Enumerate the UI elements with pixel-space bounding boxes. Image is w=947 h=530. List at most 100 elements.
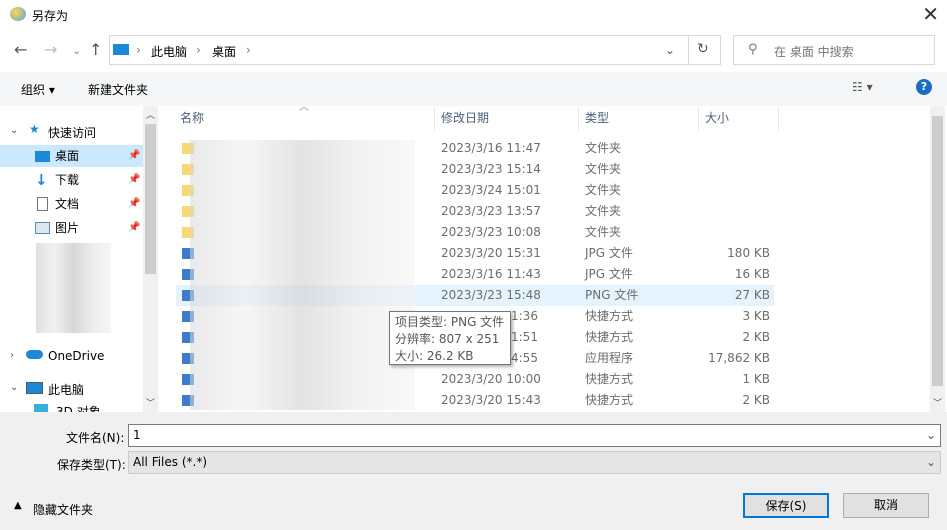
file-date: 2023/3/24 15:01 bbox=[441, 183, 541, 197]
column-date[interactable]: 修改日期 bbox=[435, 108, 579, 130]
pin-icon[interactable]: 📌 bbox=[128, 217, 140, 239]
nav-label: 文档 bbox=[55, 197, 80, 211]
file-size: 2 KB bbox=[742, 393, 770, 407]
nav-item-pictures[interactable]: 图片 📌 bbox=[0, 217, 143, 239]
tooltip-size: 大小: 26.2 KB bbox=[395, 349, 474, 363]
nav-this-pc[interactable]: 此电脑 bbox=[48, 381, 84, 398]
redacted-filenames bbox=[190, 140, 415, 410]
picture-icon bbox=[35, 222, 50, 234]
file-type: PNG 文件 bbox=[585, 288, 639, 302]
search-placeholder: 在 桌面 中搜索 bbox=[774, 45, 854, 59]
nav-label: 桌面 bbox=[55, 149, 80, 163]
tooltip-type: 项目类型: PNG 文件 bbox=[395, 315, 505, 329]
refresh-button[interactable]: ↻ bbox=[697, 41, 709, 57]
download-icon: ↓ bbox=[35, 171, 48, 189]
file-date: 2023/3/16 11:47 bbox=[441, 141, 541, 155]
file-size: 3 KB bbox=[742, 309, 770, 323]
view-options-button[interactable]: ☷ ▾ bbox=[852, 80, 873, 94]
nav-label: 下载 bbox=[55, 173, 80, 187]
toolbar: 组织 ▾ 新建文件夹 ☷ ▾ ? bbox=[0, 72, 947, 106]
file-date: 1:51 bbox=[511, 330, 538, 344]
star-icon: ★ bbox=[29, 122, 40, 136]
address-dropdown[interactable]: ⌄ bbox=[665, 43, 675, 57]
dialog-footer: 文件名(N): 1 ⌄ 保存类型(T): All Files (*.*) ⌄ ▲… bbox=[0, 412, 947, 530]
expand-icon[interactable]: ⌄ bbox=[10, 382, 18, 393]
file-size: 1 KB bbox=[742, 372, 770, 386]
file-type: 快捷方式 bbox=[585, 330, 634, 344]
file-type: 文件夹 bbox=[585, 162, 622, 176]
nav-onedrive[interactable]: OneDrive bbox=[48, 349, 104, 363]
cancel-button[interactable]: 取消 bbox=[843, 493, 929, 518]
up-button[interactable]: ↑ bbox=[89, 40, 102, 59]
file-size: 2 KB bbox=[742, 330, 770, 344]
pin-icon[interactable]: 📌 bbox=[128, 169, 140, 191]
filename-input[interactable]: 1 ⌄ bbox=[128, 424, 941, 447]
file-date: 2023/3/20 10:00 bbox=[441, 372, 541, 386]
pin-icon[interactable]: 📌 bbox=[128, 145, 140, 167]
breadcrumb-desktop[interactable]: 桌面 bbox=[212, 43, 236, 60]
filename-value: 1 bbox=[133, 428, 141, 442]
file-date: 2023/3/23 15:14 bbox=[441, 162, 541, 176]
file-date: 2023/3/20 15:43 bbox=[441, 393, 541, 407]
file-list-scrollbar[interactable]: ﹀ bbox=[930, 106, 945, 412]
nav-item-documents[interactable]: 文档 📌 bbox=[0, 193, 143, 215]
filename-label: 文件名(N): bbox=[66, 431, 125, 445]
nav-3d-objects[interactable]: 3D 对象 bbox=[56, 403, 101, 412]
title-bar: 另存为 ✕ bbox=[0, 0, 947, 30]
onedrive-icon bbox=[26, 350, 43, 359]
search-input[interactable]: ⚲ 在 桌面 中搜索 bbox=[733, 35, 935, 65]
file-size: 180 KB bbox=[727, 246, 770, 260]
nav-item-desktop[interactable]: 桌面 📌 bbox=[0, 145, 143, 167]
recent-locations-button[interactable]: ⌄ bbox=[72, 44, 81, 57]
chevron-down-icon[interactable]: ⌄ bbox=[926, 452, 936, 473]
file-date: 1:36 bbox=[511, 309, 538, 323]
column-name[interactable]: 名称 bbox=[174, 108, 435, 130]
pc-icon bbox=[26, 382, 43, 394]
nav-quick-access[interactable]: 快速访问 bbox=[48, 124, 96, 141]
file-size: 27 KB bbox=[734, 288, 770, 302]
savetype-select[interactable]: All Files (*.*) ⌄ bbox=[128, 451, 941, 474]
file-type: JPG 文件 bbox=[585, 246, 633, 260]
address-bar[interactable]: › 此电脑 › 桌面 › ⌄ ↻ bbox=[109, 35, 721, 65]
nav-scrollbar[interactable]: ︿ ﹀ bbox=[143, 106, 158, 412]
navigation-pane: ⌄ ★ 快速访问 桌面 📌 ↓ 下载 📌 文档 📌 图片 📌 › OneDriv… bbox=[0, 106, 158, 414]
new-folder-button[interactable]: 新建文件夹 bbox=[88, 81, 148, 98]
collapse-icon[interactable]: › bbox=[10, 350, 14, 361]
file-date: 2023/3/23 15:48 bbox=[441, 288, 541, 302]
file-type: JPG 文件 bbox=[585, 267, 633, 281]
file-type: 文件夹 bbox=[585, 141, 622, 155]
forward-button[interactable]: → bbox=[44, 40, 57, 59]
file-type: 应用程序 bbox=[585, 351, 634, 365]
file-tooltip: 项目类型: PNG 文件 分辨率: 807 x 251 大小: 26.2 KB bbox=[389, 311, 511, 365]
help-button[interactable]: ? bbox=[916, 79, 932, 95]
breadcrumb-sep[interactable]: › bbox=[196, 43, 201, 57]
file-type: 文件夹 bbox=[585, 183, 622, 197]
expand-icon[interactable]: ⌄ bbox=[10, 125, 18, 136]
breadcrumb-sep[interactable]: › bbox=[136, 43, 141, 57]
column-size[interactable]: 大小 bbox=[699, 108, 779, 130]
column-type[interactable]: 类型 bbox=[579, 108, 699, 130]
close-button[interactable]: ✕ bbox=[922, 2, 939, 26]
file-date: 2023/3/20 15:31 bbox=[441, 246, 541, 260]
file-date: 2023/3/23 13:57 bbox=[441, 204, 541, 218]
savetype-value: All Files (*.*) bbox=[133, 455, 208, 469]
file-size: 17,862 KB bbox=[708, 351, 770, 365]
chevron-up-icon[interactable]: ▲ bbox=[14, 500, 22, 511]
nav-item-downloads[interactable]: ↓ 下载 📌 bbox=[0, 169, 143, 191]
file-date: 2023/3/16 11:43 bbox=[441, 267, 541, 281]
breadcrumb-this-pc[interactable]: 此电脑 bbox=[151, 43, 187, 60]
file-date: 2023/3/23 10:08 bbox=[441, 225, 541, 239]
file-type: 文件夹 bbox=[585, 204, 622, 218]
breadcrumb-sep[interactable]: › bbox=[246, 43, 251, 57]
savetype-label: 保存类型(T): bbox=[57, 458, 126, 472]
tooltip-resolution: 分辨率: 807 x 251 bbox=[395, 332, 500, 346]
save-button[interactable]: 保存(S) bbox=[743, 493, 829, 518]
redacted-items bbox=[36, 243, 111, 333]
file-date: 4:55 bbox=[511, 351, 538, 365]
hide-folders-button[interactable]: 隐藏文件夹 bbox=[33, 501, 93, 518]
back-button[interactable]: ← bbox=[14, 40, 27, 59]
file-type: 快捷方式 bbox=[585, 309, 634, 323]
chevron-down-icon[interactable]: ⌄ bbox=[926, 425, 936, 446]
organize-button[interactable]: 组织 ▾ bbox=[21, 81, 55, 98]
pin-icon[interactable]: 📌 bbox=[128, 193, 140, 215]
